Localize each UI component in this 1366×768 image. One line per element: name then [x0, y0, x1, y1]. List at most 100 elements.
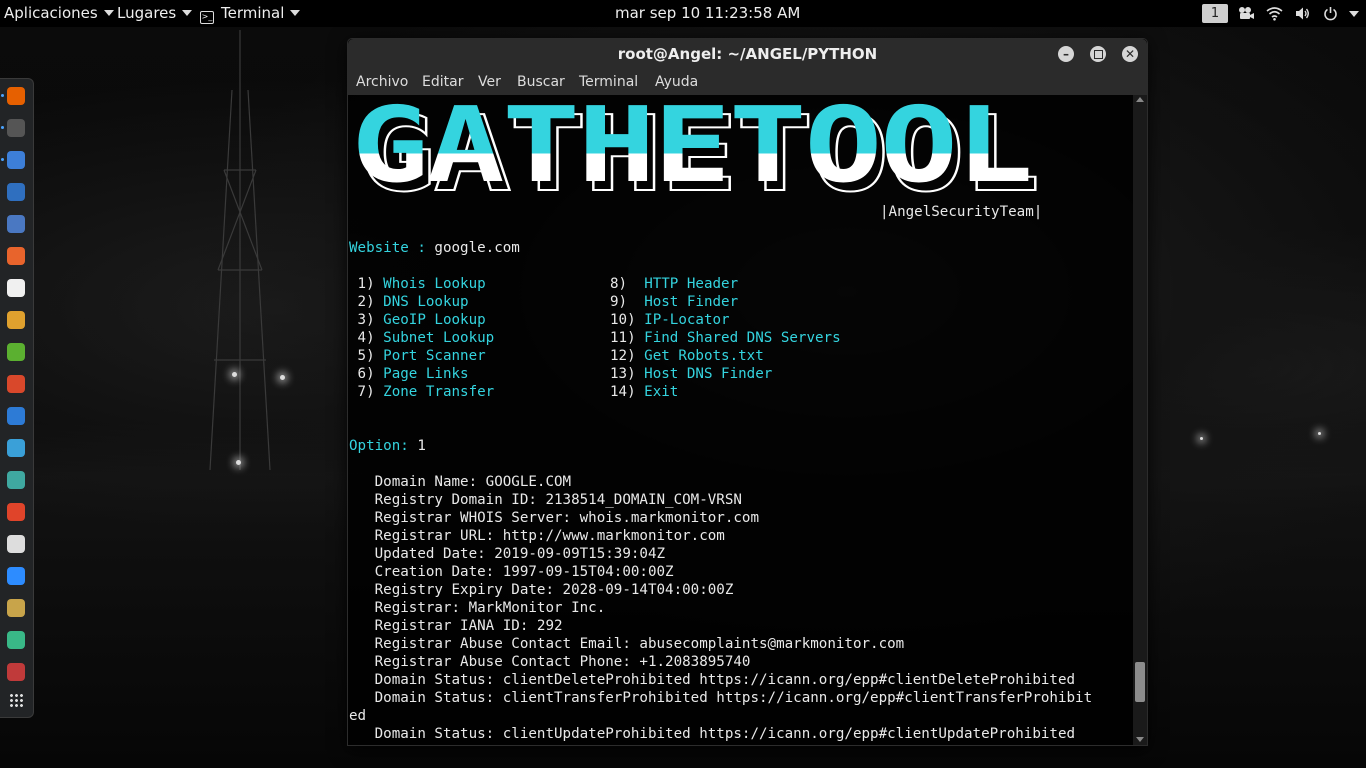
files-icon[interactable]	[7, 151, 25, 169]
text-editor-icon[interactable]	[7, 535, 25, 553]
menu-option-right: 12) Get Robots.txt	[610, 347, 764, 365]
menu-option-right: 9) Host Finder	[610, 293, 738, 311]
option-number: 8)	[610, 276, 628, 292]
website-label: Website :	[349, 240, 426, 256]
applications-menu[interactable]: Aplicaciones	[4, 0, 114, 27]
whois-output-line: Domain Status: clientTransferProhibited …	[349, 690, 1093, 706]
kali-tools-icon[interactable]	[7, 375, 25, 393]
clock[interactable]: mar sep 10 11:23:58 AM	[615, 0, 800, 27]
whois-output-line: Registrar URL: http://www.markmonitor.co…	[349, 528, 725, 544]
menu-option-right: 13) Host DNS Finder	[610, 365, 772, 383]
volume-icon[interactable]	[1295, 6, 1310, 21]
option-label: GeoIP Lookup	[383, 312, 486, 328]
maximize-button[interactable]	[1090, 46, 1106, 62]
wallpaper-light	[236, 460, 241, 465]
option-label: Page Links	[383, 366, 469, 382]
show-applications-icon[interactable]	[9, 693, 24, 708]
team-credit: |AngelSecurityTeam|	[880, 204, 1043, 220]
app-menu-label: Terminal	[221, 4, 285, 22]
scrollbar-thumb[interactable]	[1135, 662, 1145, 702]
chevron-down-icon	[182, 10, 193, 16]
option-number: 3)	[349, 312, 375, 328]
menu-archivo[interactable]: Archivo	[356, 74, 408, 90]
chevron-down-icon[interactable]	[1349, 11, 1359, 17]
menu-option-left: 3) GeoIP Lookup	[349, 311, 486, 329]
applications-label: Aplicaciones	[4, 4, 98, 22]
firefox-icon[interactable]	[7, 87, 25, 105]
menu-terminal[interactable]: Terminal	[579, 74, 638, 90]
menu-bar: Archivo Editar Ver Buscar Terminal Ayuda	[348, 70, 1147, 95]
option-number: 7)	[349, 384, 375, 400]
close-button[interactable]: ✕	[1122, 46, 1138, 62]
wifi-icon[interactable]	[1266, 6, 1283, 21]
minimize-button[interactable]: –	[1058, 46, 1074, 62]
menu-buscar[interactable]: Buscar	[517, 74, 565, 90]
terminal-output[interactable]: GATHETOOL GATHETOOL |AngelSecurityTeam| …	[348, 95, 1133, 745]
menu-option-left: 2) DNS Lookup	[349, 293, 469, 311]
minimize-icon: –	[1063, 47, 1069, 61]
metasploit-icon[interactable]	[7, 183, 25, 201]
menu-option-left: 5) Port Scanner	[349, 347, 486, 365]
menu-option-left: 1) Whois Lookup	[349, 275, 486, 293]
scroll-down-icon[interactable]	[1136, 737, 1144, 742]
recordmydesktop-icon[interactable]	[7, 503, 25, 521]
option-number: 1)	[349, 276, 375, 292]
terminal-icon[interactable]	[7, 119, 25, 137]
menu-option-right: 11) Find Shared DNS Servers	[610, 329, 841, 347]
beef-icon[interactable]	[7, 311, 25, 329]
close-icon: ✕	[1124, 47, 1136, 61]
window-title: root@Angel: ~/ANGEL/PYTHON	[617, 45, 878, 63]
cutycapt-icon[interactable]	[7, 471, 25, 489]
armitage-icon[interactable]	[7, 215, 25, 233]
option-prompt-label: Option:	[349, 438, 409, 454]
wallpaper-light	[1200, 437, 1203, 440]
window-titlebar[interactable]: root@Angel: ~/ANGEL/PYTHON	[348, 39, 1147, 70]
chevron-down-icon	[290, 10, 301, 16]
places-label: Lugares	[117, 4, 177, 22]
option-number: 4)	[349, 330, 375, 346]
svg-text:GATHETOOL: GATHETOOL	[351, 95, 1031, 206]
menu-option-left: 6) Page Links	[349, 365, 469, 383]
whois-output-line: Registrar Abuse Contact Email: abusecomp…	[349, 636, 905, 652]
scrollbar[interactable]	[1133, 95, 1147, 745]
whois-output-line: Registrar WHOIS Server: whois.markmonito…	[349, 510, 759, 526]
menu-editar[interactable]: Editar	[422, 74, 463, 90]
video-icon[interactable]	[1238, 6, 1255, 21]
whois-output-line: Registrar: MarkMonitor Inc.	[349, 600, 606, 616]
running-indicator	[1, 94, 4, 97]
recorder-icon[interactable]	[7, 663, 25, 681]
menu-ver[interactable]: Ver	[478, 74, 501, 90]
option-label: Port Scanner	[383, 348, 486, 364]
whois-output-line: Domain Name: GOOGLE.COM	[349, 474, 572, 490]
burpsuite-icon[interactable]	[7, 247, 25, 265]
maximize-icon	[1093, 50, 1103, 59]
power-icon[interactable]	[1323, 6, 1338, 21]
option-number: 6)	[349, 366, 375, 382]
faraday-icon[interactable]	[7, 343, 25, 361]
top-panel: Aplicaciones Lugares >_ Terminal mar sep …	[0, 0, 1366, 27]
zoom-icon[interactable]	[7, 567, 25, 585]
workspace-indicator[interactable]: 1	[1202, 4, 1228, 23]
option-label: Zone Transfer	[383, 384, 495, 400]
option-label: Host Finder	[644, 294, 739, 310]
maltego-icon[interactable]	[7, 279, 25, 297]
scroll-up-icon[interactable]	[1136, 97, 1144, 102]
wallpaper-light	[280, 375, 285, 380]
option-label: IP-Locator	[644, 312, 730, 328]
option-number: 5)	[349, 348, 375, 364]
app-menu-terminal[interactable]: >_ Terminal	[200, 0, 301, 27]
option-label: Host DNS Finder	[644, 366, 773, 382]
running-indicator	[1, 126, 4, 129]
menu-ayuda[interactable]: Ayuda	[655, 74, 698, 90]
option-label: Whois Lookup	[383, 276, 486, 292]
option-label: Find Shared DNS Servers	[644, 330, 841, 346]
whois-output-line: Registrar Abuse Contact Phone: +1.208389…	[349, 654, 751, 670]
whois-output-line: Registrar IANA ID: 292	[349, 618, 563, 634]
notes-icon[interactable]	[7, 599, 25, 617]
wireshark-icon[interactable]	[7, 407, 25, 425]
zaproxy-icon[interactable]	[7, 439, 25, 457]
places-menu[interactable]: Lugares	[117, 0, 193, 27]
atom-icon[interactable]	[7, 631, 25, 649]
gathetool-logo: GATHETOOL GATHETOOL	[351, 95, 1041, 207]
running-indicator	[1, 158, 4, 161]
